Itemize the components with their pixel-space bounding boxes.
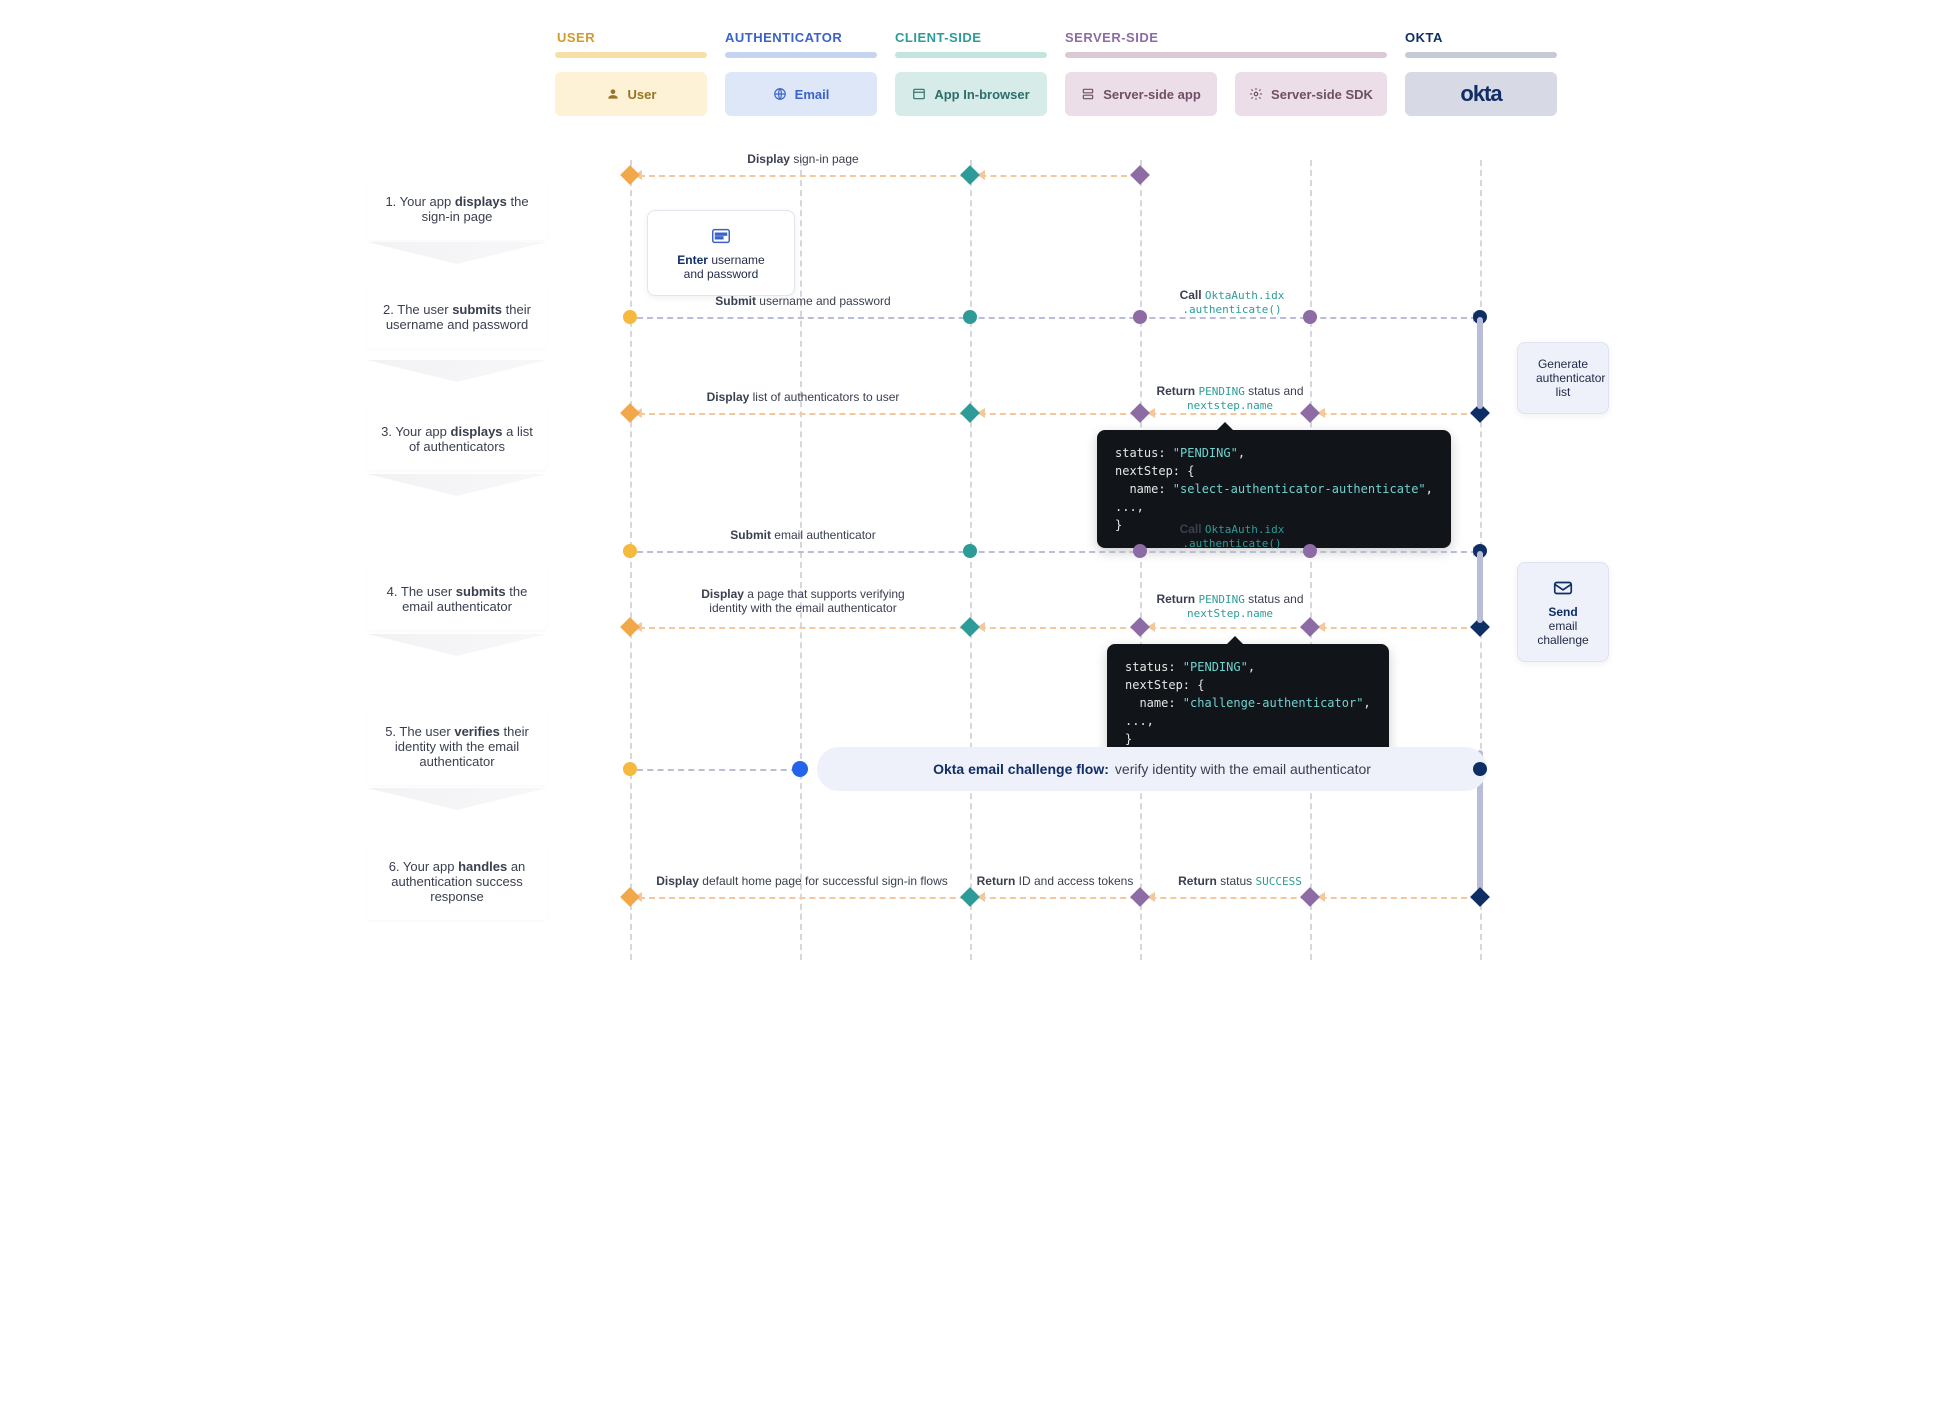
lane-okta: okta <box>1405 72 1557 116</box>
label-display-signin: Display sign-in page <box>683 152 923 166</box>
bar-user <box>555 52 707 58</box>
activation-1 <box>1477 317 1483 409</box>
arrow-band-left <box>637 769 797 771</box>
mail-icon <box>1552 577 1574 599</box>
life-serverapp <box>1140 160 1142 960</box>
node-r3-app <box>960 403 980 423</box>
node-r5-sdk <box>1300 617 1320 637</box>
node-r3-user <box>620 403 640 423</box>
arrow-r4 <box>637 551 1477 553</box>
label-return-tokens: Return ID and access tokens <box>967 874 1143 888</box>
globe-icon <box>773 87 787 101</box>
sequence-diagram: USER AUTHENTICATOR CLIENT-SIDE SERVER-SI… <box>327 30 1607 960</box>
lane-server-app: Server-side app <box>1065 72 1217 116</box>
bar-okta <box>1405 52 1557 58</box>
step-4: 4. The user submits the email authentica… <box>367 568 547 630</box>
life-email <box>800 160 802 960</box>
okta-logo: okta <box>1460 81 1501 107</box>
chevron-3 <box>367 474 547 496</box>
label-return-success: Return status SUCCESS <box>1165 874 1315 888</box>
col-header-authenticator: AUTHENTICATOR <box>725 30 842 45</box>
life-app <box>970 160 972 960</box>
node-r1-user <box>620 165 640 185</box>
node-r2-app <box>963 310 977 324</box>
server-icon <box>1081 87 1095 101</box>
node-band-user <box>623 762 637 776</box>
label-display-home: Display default home page for successful… <box>647 874 957 888</box>
chevron-2 <box>367 360 547 382</box>
callout-send-email: Send email challenge <box>1517 562 1609 662</box>
step-2: 2. The user submits their username and p… <box>367 286 547 348</box>
label-submit-up: Submit username and password <box>683 294 923 308</box>
bar-authenticator <box>725 52 877 58</box>
user-icon <box>606 87 620 101</box>
arrow-r1 <box>639 175 1137 177</box>
label-display-list: Display list of authenticators to user <box>683 390 923 404</box>
node-r4-app <box>963 544 977 558</box>
node-r5-app <box>960 617 980 637</box>
chevron-1 <box>367 242 547 264</box>
node-r4-user <box>623 544 637 558</box>
code-block-2: status: "PENDING", nextStep: { name: "ch… <box>1107 644 1389 762</box>
label-submit-email: Submit email authenticator <box>683 528 923 542</box>
arrow-r5 <box>639 627 1477 629</box>
step-3: 3. Your app displays a list of authentic… <box>367 408 547 470</box>
form-icon <box>710 225 732 247</box>
label-return-pending2: Return PENDING status and nextStep.name <box>1150 592 1310 620</box>
arrow-r3 <box>639 413 1477 415</box>
activation-2 <box>1477 551 1483 623</box>
node-r1-server <box>1130 165 1150 185</box>
node-r5-sapp <box>1130 617 1150 637</box>
band-challenge-flow: Okta email challenge flow: verify identi… <box>817 747 1487 791</box>
chevron-5 <box>367 788 547 810</box>
arrow-r6 <box>639 897 1477 899</box>
chevron-4 <box>367 634 547 656</box>
label-call-auth2: Call OktaAuth.idx .authenticate() <box>1157 522 1307 550</box>
node-r6-okta <box>1470 887 1490 907</box>
col-header-user: USER <box>557 30 595 45</box>
step-6: 6. Your app handles an authentication su… <box>367 843 547 920</box>
node-r6-sdk <box>1300 887 1320 907</box>
arrow-r2 <box>637 317 1477 319</box>
bar-clientside <box>895 52 1047 58</box>
gear-icon <box>1249 87 1263 101</box>
callout-gen-list: Generate authenticator list <box>1517 342 1609 414</box>
step-5: 5. The user verifies their identity with… <box>367 708 547 785</box>
node-band-okta <box>1473 762 1487 776</box>
col-header-okta: OKTA <box>1405 30 1443 45</box>
node-r6-app <box>960 887 980 907</box>
node-band-email <box>792 761 808 777</box>
lane-email: Email <box>725 72 877 116</box>
life-user <box>630 160 632 960</box>
node-r4-sdk <box>1303 544 1317 558</box>
node-r2-sapp <box>1133 310 1147 324</box>
node-r2-sdk <box>1303 310 1317 324</box>
lane-user: User <box>555 72 707 116</box>
node-r5-user <box>620 617 640 637</box>
col-header-clientside: CLIENT-SIDE <box>895 30 981 45</box>
bar-serverside <box>1065 52 1387 58</box>
label-return-pending1: Return PENDING status and nextstep.name <box>1150 384 1310 412</box>
node-r1-app <box>960 165 980 185</box>
node-r3-sapp <box>1130 403 1150 423</box>
lane-server-sdk: Server-side SDK <box>1235 72 1387 116</box>
life-serversdk <box>1310 160 1312 960</box>
node-r2-user <box>623 310 637 324</box>
node-r4-sapp <box>1133 544 1147 558</box>
node-r6-sapp <box>1130 887 1150 907</box>
node-r6-user <box>620 887 640 907</box>
label-display-verify: Display a page that supports verifying i… <box>687 587 919 615</box>
lane-app: App In-browser <box>895 72 1047 116</box>
col-header-serverside: SERVER-SIDE <box>1065 30 1158 45</box>
callout-enter: Enter username and password <box>647 210 795 296</box>
browser-icon <box>912 87 926 101</box>
step-1: 1. Your app displays the sign-in page <box>367 178 547 240</box>
label-call-auth: Call OktaAuth.idx .authenticate() <box>1157 288 1307 316</box>
